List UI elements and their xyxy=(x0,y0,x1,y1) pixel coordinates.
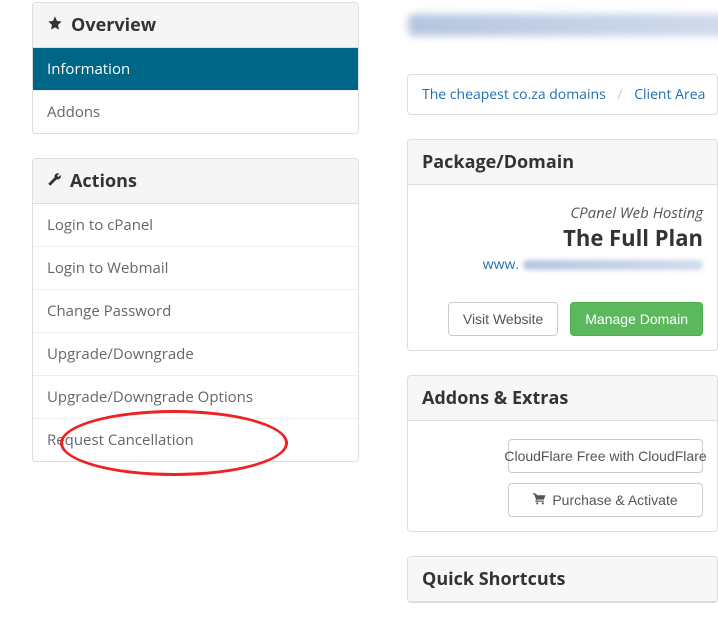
action-request-cancellation[interactable]: Request Cancellation xyxy=(33,419,358,461)
package-header: Package/Domain xyxy=(408,140,717,185)
breadcrumb-link-client-area[interactable]: Client Area xyxy=(634,85,705,104)
action-item-label: Upgrade/Downgrade xyxy=(47,344,194,364)
breadcrumb-separator: / xyxy=(617,85,622,104)
cart-icon xyxy=(533,492,546,508)
action-item-label: Change Password xyxy=(47,301,171,321)
purchase-activate-button[interactable]: Purchase & Activate xyxy=(508,483,703,517)
action-item-label: Login to cPanel xyxy=(47,215,153,235)
overview-header: Overview xyxy=(33,3,358,48)
action-upgrade-downgrade[interactable]: Upgrade/Downgrade xyxy=(33,333,358,376)
addon-cloudflare-label: CloudFlare Free with CloudFlare xyxy=(504,448,706,464)
overview-item-label: Addons xyxy=(47,102,100,122)
action-change-password[interactable]: Change Password xyxy=(33,290,358,333)
breadcrumb: The cheapest co.za domains / Client Area… xyxy=(407,74,718,115)
visit-website-button[interactable]: Visit Website xyxy=(448,302,558,336)
package-panel: Package/Domain CPanel Web Hosting The Fu… xyxy=(407,139,718,351)
manage-domain-label: Manage Domain xyxy=(585,311,688,327)
package-domain[interactable]: www. xyxy=(422,255,703,274)
package-domain-prefix: www. xyxy=(483,255,519,274)
overview-item-label: Information xyxy=(47,59,130,79)
action-item-label: Login to Webmail xyxy=(47,258,168,278)
manage-domain-button[interactable]: Manage Domain xyxy=(570,302,703,336)
addons-header: Addons & Extras xyxy=(408,376,717,421)
package-body: CPanel Web Hosting The Full Plan www. Vi… xyxy=(408,185,717,350)
overview-panel: Overview Information Addons xyxy=(32,2,359,134)
addons-header-label: Addons & Extras xyxy=(422,386,568,410)
addon-cloudflare-button[interactable]: CloudFlare Free with CloudFlare xyxy=(508,439,703,473)
actions-header: Actions xyxy=(33,159,358,204)
overview-item-addons[interactable]: Addons xyxy=(33,91,358,133)
package-domain-obscured xyxy=(523,260,703,270)
overview-item-information[interactable]: Information xyxy=(33,48,358,91)
overview-header-label: Overview xyxy=(71,13,156,37)
action-item-label: Request Cancellation xyxy=(47,430,194,450)
shortcuts-header-label: Quick Shortcuts xyxy=(422,567,565,591)
actions-panel: Actions Login to cPanel Login to Webmail… xyxy=(32,158,359,462)
star-icon xyxy=(47,13,63,37)
addons-body: CloudFlare Free with CloudFlare Purchase… xyxy=(408,421,717,531)
breadcrumb-link-home[interactable]: The cheapest co.za domains xyxy=(422,85,606,104)
action-login-cpanel[interactable]: Login to cPanel xyxy=(33,204,358,247)
action-upgrade-downgrade-options[interactable]: Upgrade/Downgrade Options xyxy=(33,376,358,419)
package-plan-name: The Full Plan xyxy=(422,223,703,253)
purchase-activate-label: Purchase & Activate xyxy=(552,492,677,508)
actions-header-label: Actions xyxy=(70,169,137,193)
shortcuts-header: Quick Shortcuts xyxy=(408,557,717,602)
main-content: The cheapest co.za domains / Client Area… xyxy=(407,0,718,627)
wrench-icon xyxy=(47,169,62,193)
sidebar: Overview Information Addons Actions Logi… xyxy=(32,0,359,627)
package-header-label: Package/Domain xyxy=(422,150,574,174)
action-login-webmail[interactable]: Login to Webmail xyxy=(33,247,358,290)
visit-website-label: Visit Website xyxy=(463,311,543,327)
package-hosting-line: CPanel Web Hosting xyxy=(422,203,703,223)
addons-panel: Addons & Extras CloudFlare Free with Clo… xyxy=(407,375,718,532)
action-item-label: Upgrade/Downgrade Options xyxy=(47,387,253,407)
shortcuts-panel: Quick Shortcuts xyxy=(407,556,718,603)
